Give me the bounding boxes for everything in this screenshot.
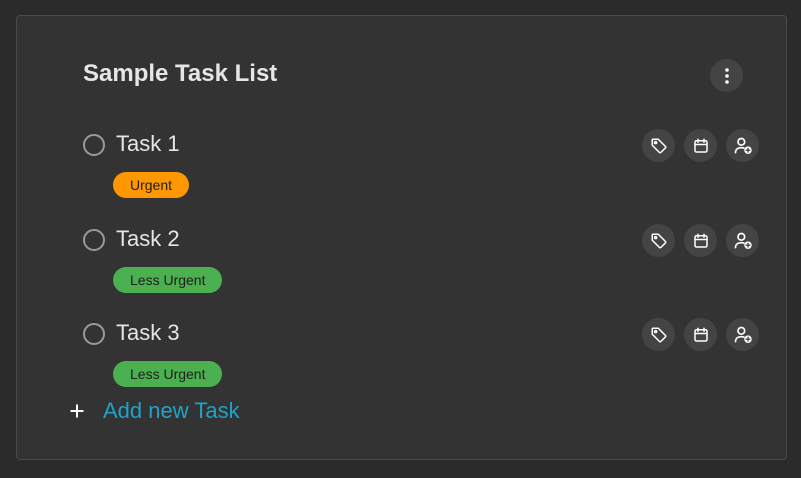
assign-user-button[interactable] xyxy=(726,224,759,257)
plus-icon xyxy=(70,404,84,418)
task-checkbox[interactable] xyxy=(83,229,105,251)
due-date-button[interactable] xyxy=(684,224,717,257)
tag-icon xyxy=(650,137,668,155)
more-options-button[interactable] xyxy=(710,59,743,92)
task-name[interactable]: Task 1 xyxy=(116,132,180,156)
task-actions xyxy=(642,224,759,257)
list-title: Sample Task List xyxy=(83,60,278,87)
task-name[interactable]: Task 3 xyxy=(116,321,180,345)
tag-icon xyxy=(650,232,668,250)
priority-badge[interactable]: Less Urgent xyxy=(113,267,223,293)
assign-user-button[interactable] xyxy=(726,129,759,162)
task-actions xyxy=(642,129,759,162)
task-list-card: Sample Task List Task 1 Urgent Task 2 Le… xyxy=(16,15,787,460)
tag-icon xyxy=(650,326,668,344)
task-checkbox[interactable] xyxy=(83,134,105,156)
calendar-icon xyxy=(692,326,710,344)
priority-badge[interactable]: Urgent xyxy=(113,172,190,198)
add-task-label: Add new Task xyxy=(103,398,240,423)
tag-button[interactable] xyxy=(642,318,675,351)
calendar-icon xyxy=(692,137,710,155)
tag-button[interactable] xyxy=(642,129,675,162)
assign-user-button[interactable] xyxy=(726,318,759,351)
add-user-icon xyxy=(733,136,753,156)
priority-badge[interactable]: Less Urgent xyxy=(113,361,223,387)
task-item: Task 2 Less Urgent xyxy=(83,224,759,308)
due-date-button[interactable] xyxy=(684,129,717,162)
add-user-icon xyxy=(733,231,753,251)
more-vertical-icon xyxy=(719,67,735,85)
task-checkbox[interactable] xyxy=(83,323,105,345)
due-date-button[interactable] xyxy=(684,318,717,351)
tag-button[interactable] xyxy=(642,224,675,257)
task-item: Task 3 Less Urgent xyxy=(83,318,759,402)
task-item: Task 1 Urgent xyxy=(83,129,759,213)
task-name[interactable]: Task 2 xyxy=(116,227,180,251)
calendar-icon xyxy=(692,232,710,250)
add-user-icon xyxy=(733,325,753,345)
task-actions xyxy=(642,318,759,351)
add-task-button[interactable]: Add new Task xyxy=(70,398,240,424)
